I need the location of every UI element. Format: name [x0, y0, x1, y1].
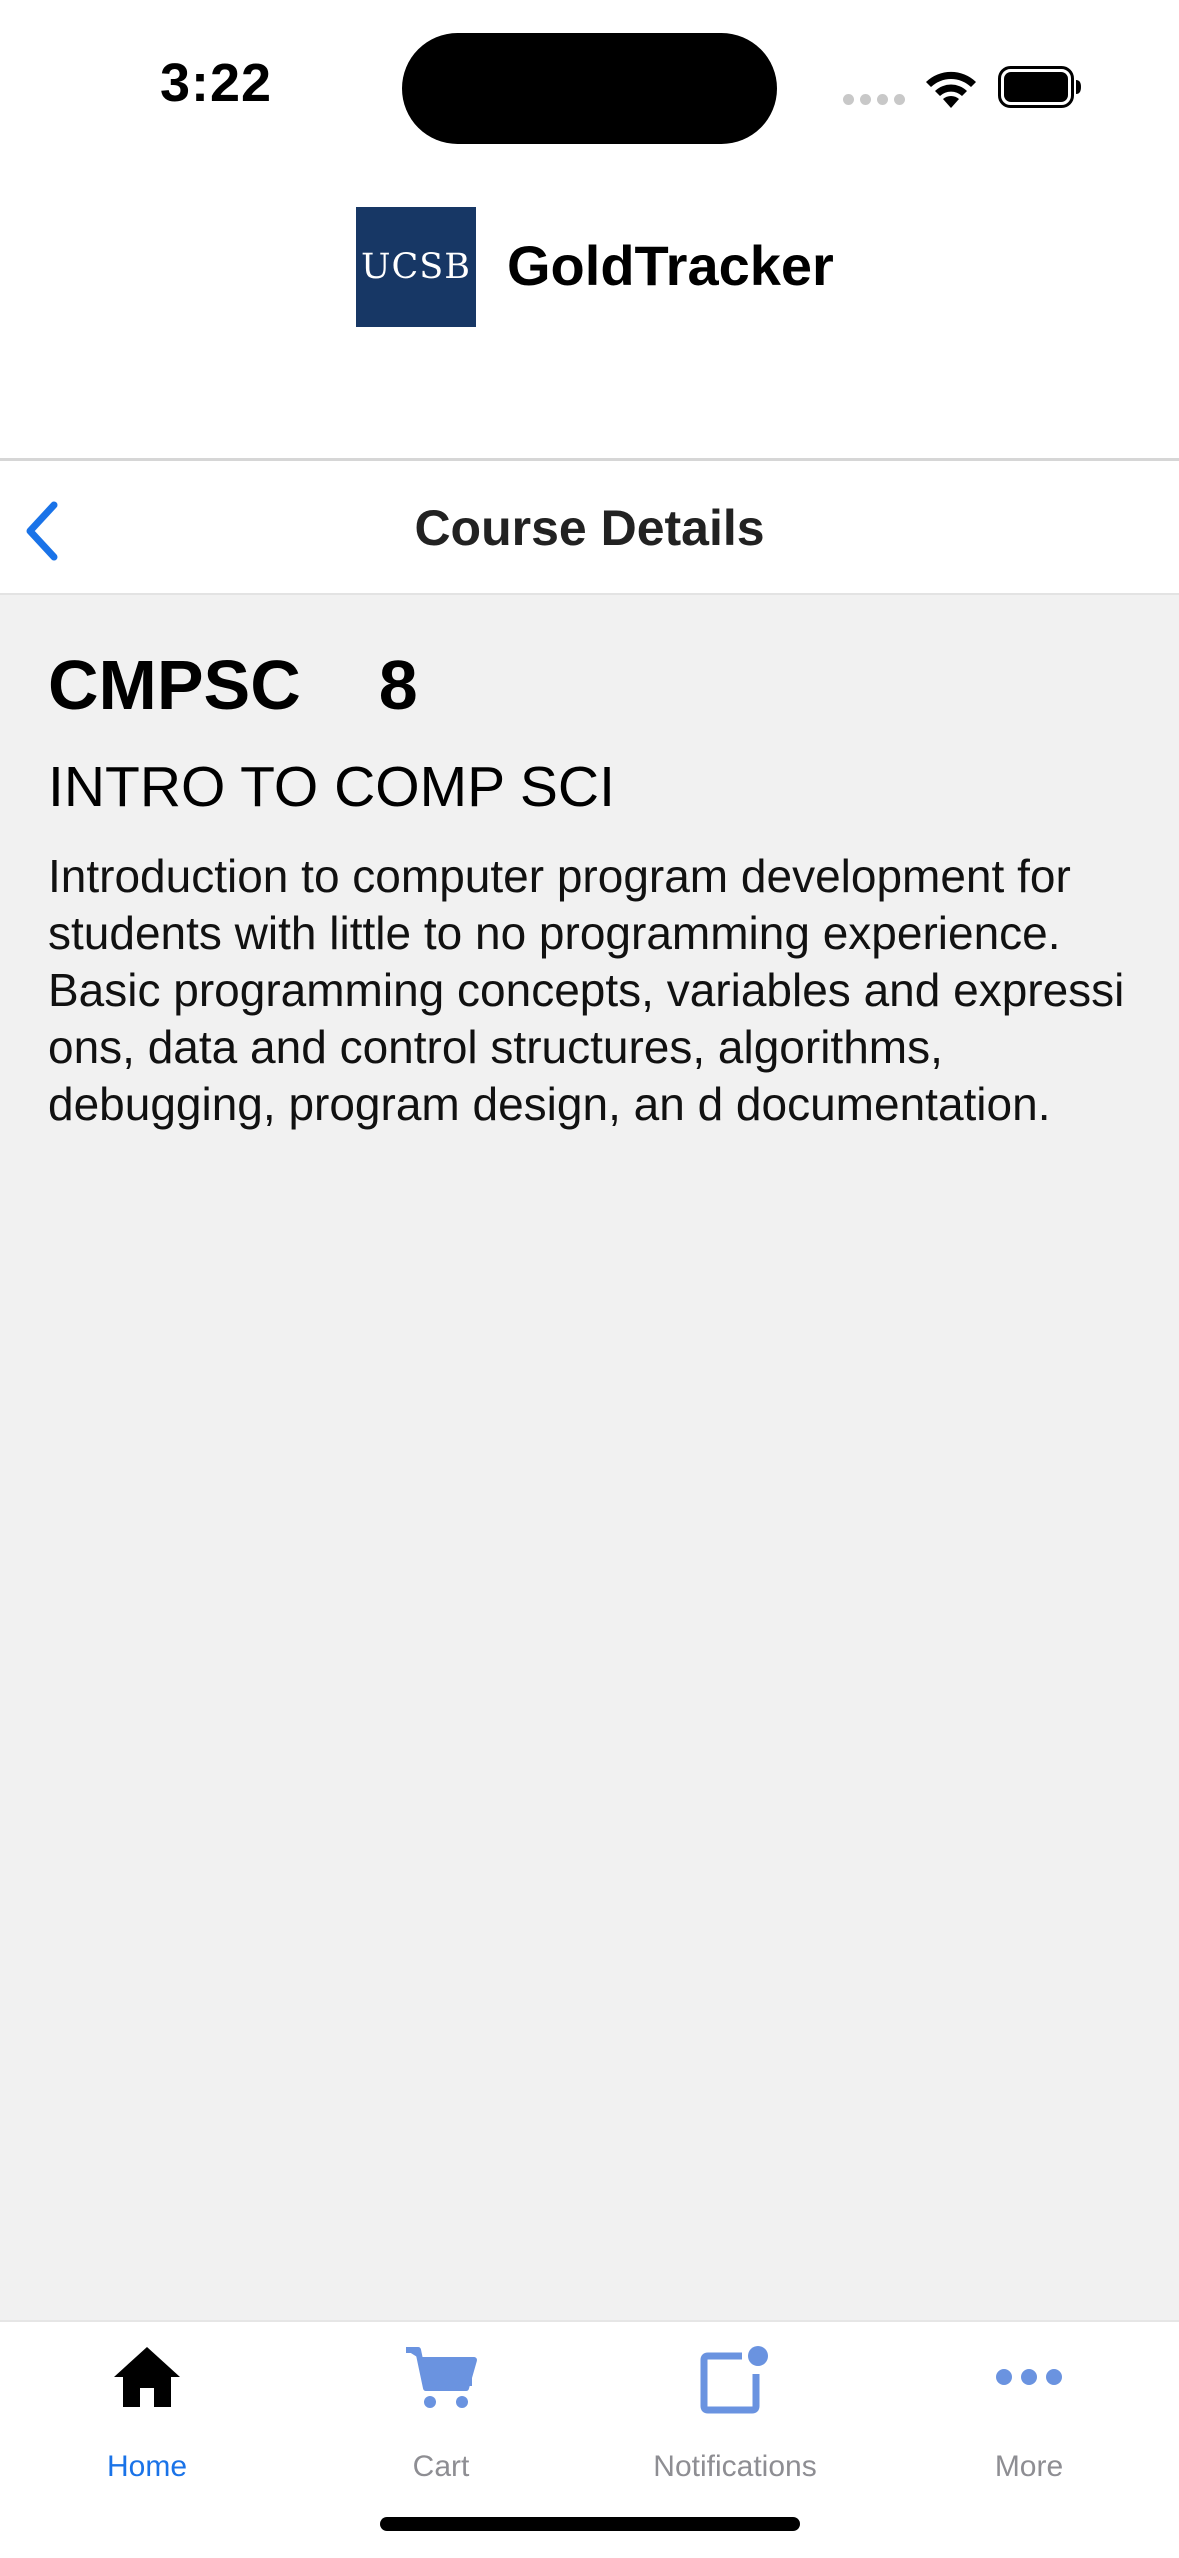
tab-label: Cart	[412, 2450, 470, 2483]
nav-bar: Course Details	[0, 461, 1179, 595]
app-header: UCSB GoldTracker	[0, 175, 1179, 458]
home-icon	[114, 2347, 180, 2407]
wifi-icon	[922, 66, 980, 110]
course-number: 8	[378, 646, 418, 724]
logo-text: UCSB	[361, 247, 471, 287]
course-details: CMPSC 8 INTRO TO COMP SCI Introduction to…	[48, 640, 1138, 1133]
status-bar: 3:22	[0, 0, 1179, 175]
tab-cart[interactable]: Cart	[294, 2322, 588, 2483]
course-title: INTRO TO COMP SCI	[48, 755, 615, 819]
more-icon	[996, 2369, 1062, 2385]
battery-icon	[998, 66, 1082, 108]
tab-label: Home	[106, 2450, 188, 2483]
course-description: Introduction to computer program develop…	[48, 850, 1125, 1130]
course-subject: CMPSC	[48, 646, 301, 724]
tab-more[interactable]: More	[882, 2322, 1176, 2483]
tab-label: Notifications	[653, 2450, 817, 2483]
tab-notifications[interactable]: Notifications	[588, 2322, 882, 2483]
ucsb-logo: UCSB	[356, 207, 476, 327]
page-title: Course Details	[414, 500, 765, 556]
signal-dots-icon	[843, 94, 907, 106]
notifications-icon	[700, 2346, 768, 2414]
course-code: CMPSC 8	[48, 640, 1138, 730]
cart-icon	[406, 2347, 477, 2408]
tab-label: More	[994, 2450, 1064, 2483]
dynamic-island	[402, 33, 777, 144]
home-indicator[interactable]	[380, 2517, 800, 2531]
status-time: 3:22	[160, 53, 273, 113]
tab-home[interactable]: Home	[0, 2322, 294, 2483]
app-title: GoldTracker	[507, 234, 834, 297]
